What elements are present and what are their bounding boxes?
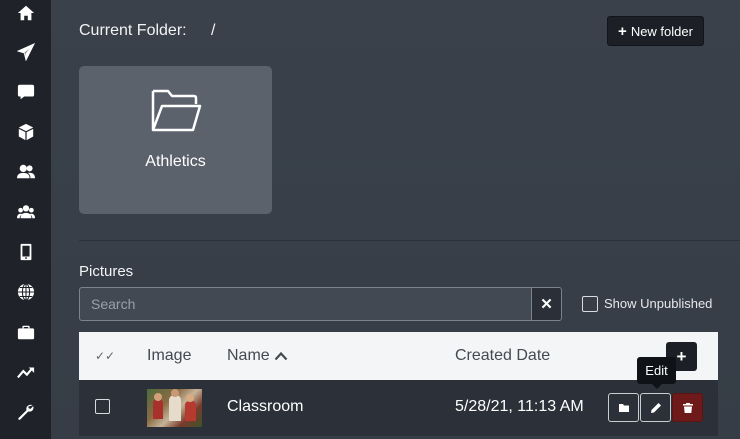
picture-name: Classroom <box>227 398 304 415</box>
folder-card[interactable]: Athletics <box>79 66 272 214</box>
nav-settings[interactable] <box>0 392 51 432</box>
search-input[interactable] <box>79 287 532 321</box>
edit-button[interactable] <box>640 393 671 422</box>
folder-open-icon <box>151 89 202 132</box>
globe-icon <box>17 283 34 301</box>
close-icon: ✕ <box>540 296 553 313</box>
chat-bubble-icon <box>17 84 34 100</box>
column-header-name[interactable]: Name <box>227 347 288 365</box>
nav-messages[interactable] <box>0 72 51 112</box>
show-unpublished-label[interactable]: Show Unpublished <box>604 296 712 311</box>
show-unpublished-checkbox[interactable] <box>582 296 598 312</box>
row-checkbox[interactable] <box>95 399 110 414</box>
delete-button[interactable] <box>672 393 703 422</box>
nav-business[interactable] <box>0 312 51 352</box>
new-folder-button[interactable]: + New folder <box>607 16 704 46</box>
trash-icon <box>682 402 693 413</box>
nav-media[interactable] <box>0 112 51 152</box>
column-header-name-label: Name <box>227 347 270 364</box>
nav-send[interactable] <box>0 32 51 72</box>
nav-web[interactable] <box>0 272 51 312</box>
sidebar <box>0 0 51 439</box>
main-content: Current Folder: / + New folder Athletics… <box>51 0 740 439</box>
pictures-heading: Pictures <box>79 263 134 280</box>
move-to-folder-button[interactable] <box>608 393 639 422</box>
select-all-icon[interactable]: ✓✓ <box>95 349 115 363</box>
table-header: ✓✓ Image Name Created Date + <box>79 332 718 380</box>
picture-thumbnail[interactable] <box>147 389 202 427</box>
current-folder-path: / <box>211 22 216 39</box>
edit-tooltip: Edit <box>637 357 676 384</box>
plus-icon: + <box>618 22 627 40</box>
briefcase-icon <box>17 325 34 340</box>
folder-icon <box>618 403 629 412</box>
plus-icon: + <box>676 346 687 366</box>
column-header-image: Image <box>147 347 192 364</box>
trending-up-icon <box>16 367 34 379</box>
folder-name: Athletics <box>145 153 206 170</box>
cube-icon <box>18 123 33 141</box>
sort-ascending-icon <box>274 351 287 361</box>
users-group-icon <box>16 205 35 219</box>
nav-groups[interactable] <box>0 192 51 232</box>
search-clear-button[interactable]: ✕ <box>531 287 562 321</box>
nav-home[interactable] <box>0 0 51 33</box>
mobile-phone-icon <box>20 243 31 261</box>
column-header-created-date[interactable]: Created Date <box>455 347 550 365</box>
nav-mobile[interactable] <box>0 232 51 272</box>
tooltip-arrow <box>652 384 662 389</box>
paper-plane-icon <box>16 43 35 61</box>
divider <box>79 240 740 241</box>
picture-created-date: 5/28/21, 11:13 AM <box>455 398 584 415</box>
wrench-icon <box>17 404 33 420</box>
nav-analytics[interactable] <box>0 352 51 392</box>
new-folder-label: New folder <box>630 23 693 39</box>
current-folder-label: Current Folder: <box>79 22 187 39</box>
table-row: Classroom 5/28/21, 11:13 AM <box>79 380 718 436</box>
pencil-icon <box>650 402 661 413</box>
nav-users[interactable] <box>0 152 51 192</box>
home-icon <box>17 5 34 21</box>
user-pair-icon <box>16 164 35 179</box>
